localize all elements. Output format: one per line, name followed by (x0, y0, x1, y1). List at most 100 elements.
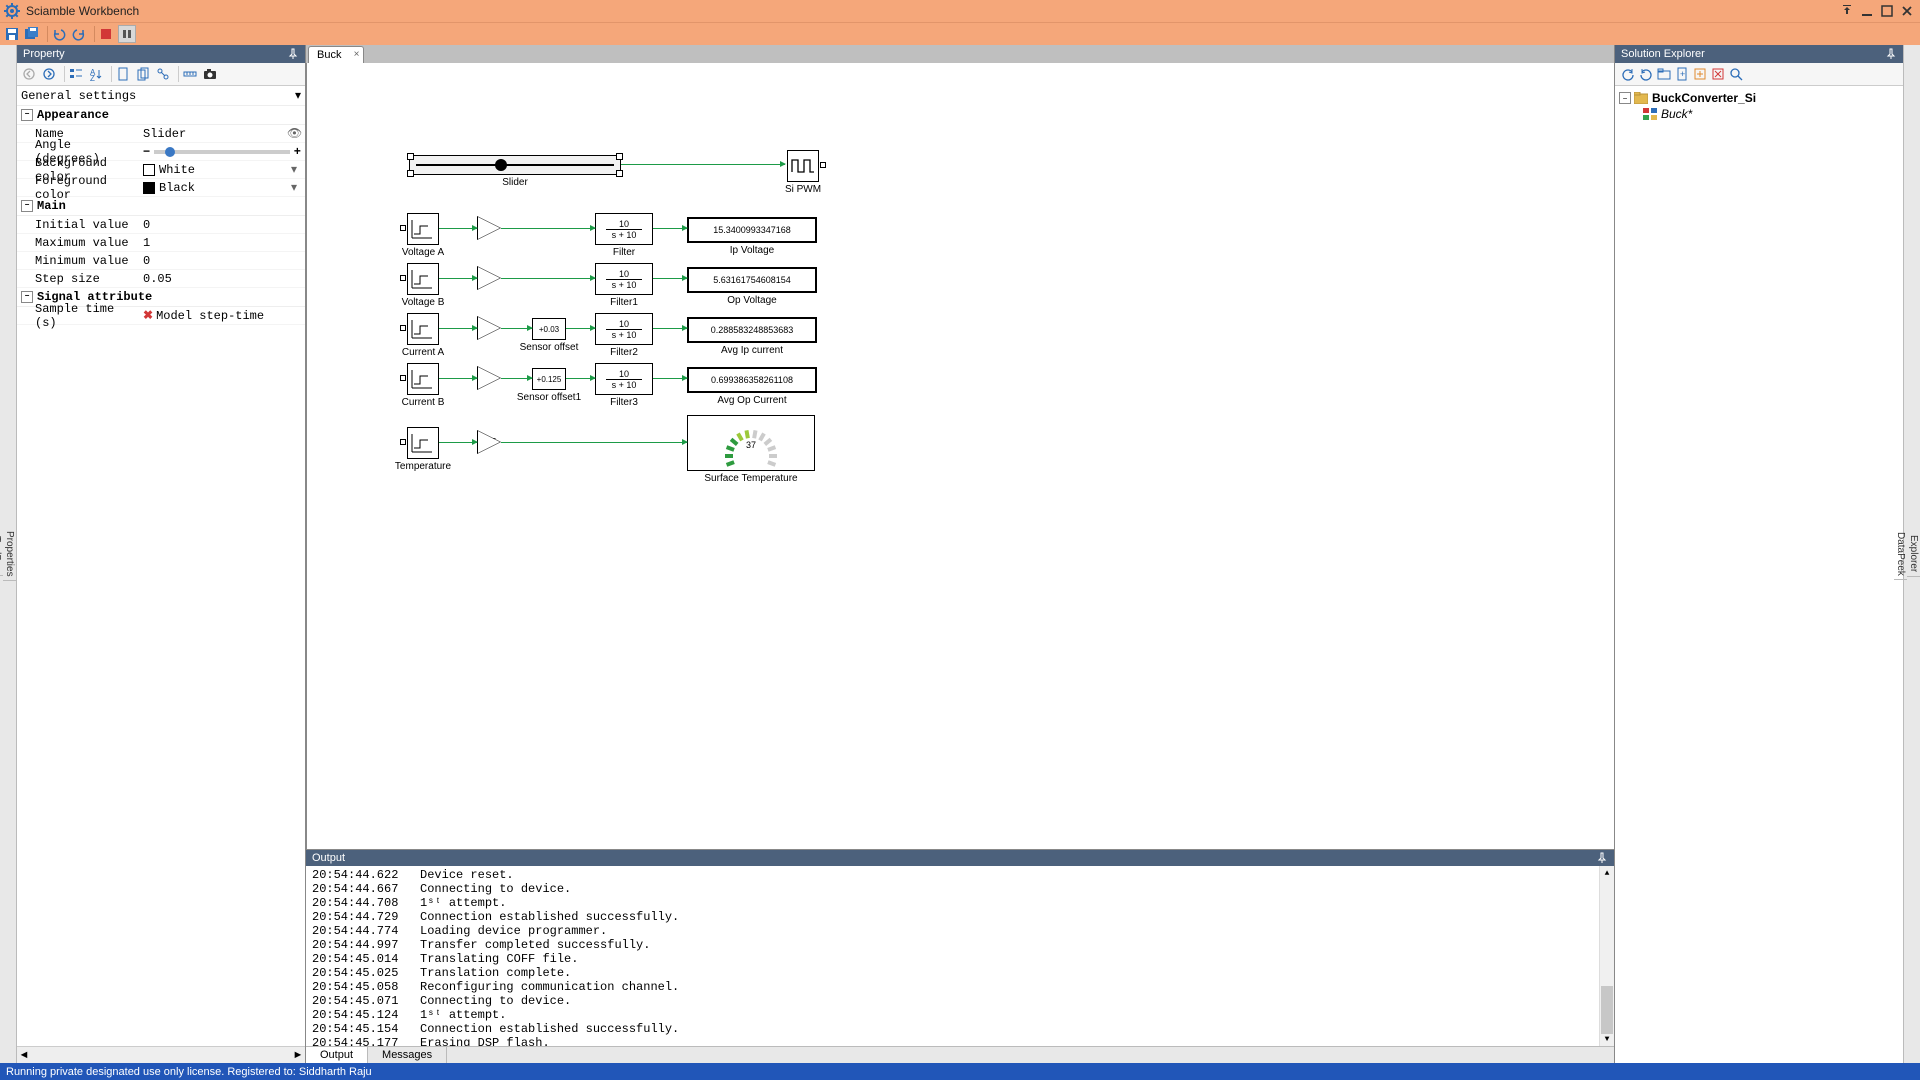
offset-block[interactable]: +0.125Sensor offset1 (532, 368, 566, 390)
tab-buck[interactable]: Buck × (308, 46, 364, 63)
prop-value[interactable]: 0 (143, 218, 150, 232)
slider-block[interactable]: Slider (409, 155, 621, 175)
property-hscroll[interactable]: ◄ ► (17, 1046, 305, 1063)
gain-block[interactable]: K (477, 366, 501, 390)
collapse-icon[interactable]: − (21, 109, 33, 121)
port[interactable] (400, 225, 406, 231)
expand-icon[interactable]: − (1619, 92, 1631, 104)
close-icon[interactable] (1898, 3, 1916, 19)
port[interactable] (400, 375, 406, 381)
collapse-icon[interactable]: − (21, 200, 33, 212)
maximize-icon[interactable] (1878, 3, 1896, 19)
page-icon[interactable] (115, 66, 131, 82)
source-block[interactable]: Voltage B (407, 263, 439, 295)
dropdown-icon[interactable]: ▾ (287, 180, 301, 195)
save-all-icon[interactable] (24, 26, 40, 42)
output-tab-output[interactable]: Output (306, 1047, 368, 1063)
display-block[interactable]: 0.699386358261108Avg Op Current (687, 367, 817, 393)
prop-value[interactable]: White (159, 163, 195, 177)
output-tab-messages[interactable]: Messages (368, 1047, 447, 1063)
prop-group[interactable]: −Appearance (17, 106, 305, 125)
output-vscroll[interactable]: ▲ ▼ (1599, 866, 1614, 1046)
ruler-icon[interactable] (182, 66, 198, 82)
delete-item-icon[interactable] (1710, 66, 1726, 82)
prop-value[interactable]: 0 (143, 254, 150, 268)
gain-block[interactable]: 125 (477, 430, 501, 454)
prop-value[interactable]: 0.05 (143, 272, 172, 286)
output-body[interactable]: 20:54:44.622 Device reset.20:54:44.667 C… (306, 866, 1614, 1046)
prop-value[interactable]: Model step-time (156, 309, 264, 323)
source-block[interactable]: Temperature (407, 427, 439, 459)
stop-icon[interactable] (98, 26, 114, 42)
scroll-left-icon[interactable]: ◄ (17, 1049, 31, 1061)
display-block[interactable]: 5.63161754608154Op Voltage (687, 267, 817, 293)
side-tab-datapeek[interactable]: DataPeek (1894, 528, 1907, 581)
pin-icon[interactable] (287, 48, 299, 60)
redo-icon[interactable] (71, 26, 87, 42)
pwm-block[interactable]: Si PWM (787, 150, 819, 182)
side-tab-toolbox[interactable]: ToolBox (0, 532, 3, 577)
port[interactable] (400, 325, 406, 331)
prop-row[interactable]: Maximum value1 (17, 234, 305, 252)
display-block[interactable]: 0.288583248853683Avg Ip current (687, 317, 817, 343)
tab-close-icon[interactable]: × (354, 49, 360, 60)
offset-block[interactable]: +0.03Sensor offset (532, 318, 566, 340)
filter-block[interactable]: 10s + 10 Filter1 (595, 263, 653, 295)
prop-value[interactable]: Black (159, 181, 195, 195)
new-folder-icon[interactable] (1656, 66, 1672, 82)
source-block[interactable]: Voltage A (407, 213, 439, 245)
prop-row[interactable]: Sample time (s)✖Model step-time (17, 307, 305, 325)
angle-slider[interactable] (154, 150, 290, 154)
port[interactable] (400, 439, 406, 445)
prop-value[interactable]: 1 (143, 236, 150, 250)
port[interactable] (820, 162, 826, 168)
prop-group[interactable]: −Main (17, 197, 305, 216)
search-icon[interactable] (1728, 66, 1744, 82)
tree-project[interactable]: − BuckConverter_Si (1619, 90, 1899, 106)
undo-icon[interactable] (51, 26, 67, 42)
camera-icon[interactable] (202, 66, 218, 82)
minimize-icon[interactable] (1858, 3, 1876, 19)
save-icon[interactable] (4, 26, 20, 42)
filter-block[interactable]: 10s + 10 Filter (595, 213, 653, 245)
refresh-icon[interactable] (1620, 66, 1636, 82)
side-tab-properties[interactable]: Properties (3, 527, 16, 582)
pin-icon[interactable] (1885, 48, 1897, 60)
prop-row[interactable]: Foreground colorBlack▾ (17, 179, 305, 197)
pin-icon[interactable] (1596, 852, 1608, 864)
collapse-icon[interactable]: − (21, 291, 33, 303)
new-item-icon[interactable] (1692, 66, 1708, 82)
categorize-icon[interactable] (68, 66, 84, 82)
gauge-block[interactable]: 37 Surface Temperature (687, 415, 815, 471)
side-tab-explorer[interactable]: Explorer (1907, 531, 1920, 577)
scroll-down-icon[interactable]: ▼ (1600, 1032, 1614, 1046)
tree-model[interactable]: Buck* (1643, 106, 1899, 122)
upload-icon[interactable] (1838, 3, 1856, 19)
prop-row[interactable]: Initial value0 (17, 216, 305, 234)
back-circle-icon[interactable] (21, 66, 37, 82)
link-icon[interactable] (155, 66, 171, 82)
source-block[interactable]: Current B (407, 363, 439, 395)
model-canvas[interactable]: Slider Si PWM Voltage A K 10s + 10 Filte… (306, 63, 1614, 849)
display-block[interactable]: 15.3400993347168Ip Voltage (687, 217, 817, 243)
gain-block[interactable]: K (477, 316, 501, 340)
gain-block[interactable]: K (477, 216, 501, 240)
general-settings-dropdown[interactable]: General settings▾ (17, 86, 305, 106)
dropdown-icon[interactable]: ▾ (287, 162, 301, 177)
pause-icon[interactable] (118, 25, 136, 43)
prop-row[interactable]: Step size0.05 (17, 270, 305, 288)
prop-value[interactable]: Slider (143, 127, 186, 141)
pages-icon[interactable] (135, 66, 151, 82)
prop-row[interactable]: Minimum value0 (17, 252, 305, 270)
gain-block[interactable]: K (477, 266, 501, 290)
scroll-up-icon[interactable]: ▲ (1600, 866, 1614, 880)
filter-block[interactable]: 10s + 10 Filter3 (595, 363, 653, 395)
port[interactable] (400, 275, 406, 281)
forward-circle-icon[interactable] (41, 66, 57, 82)
source-block[interactable]: Current A (407, 313, 439, 345)
scroll-right-icon[interactable]: ► (291, 1049, 305, 1061)
add-file-icon[interactable]: + (1674, 66, 1690, 82)
visibility-icon[interactable]: 👁 (287, 126, 301, 141)
sort-icon[interactable]: AZ (88, 66, 104, 82)
refresh-all-icon[interactable] (1638, 66, 1654, 82)
